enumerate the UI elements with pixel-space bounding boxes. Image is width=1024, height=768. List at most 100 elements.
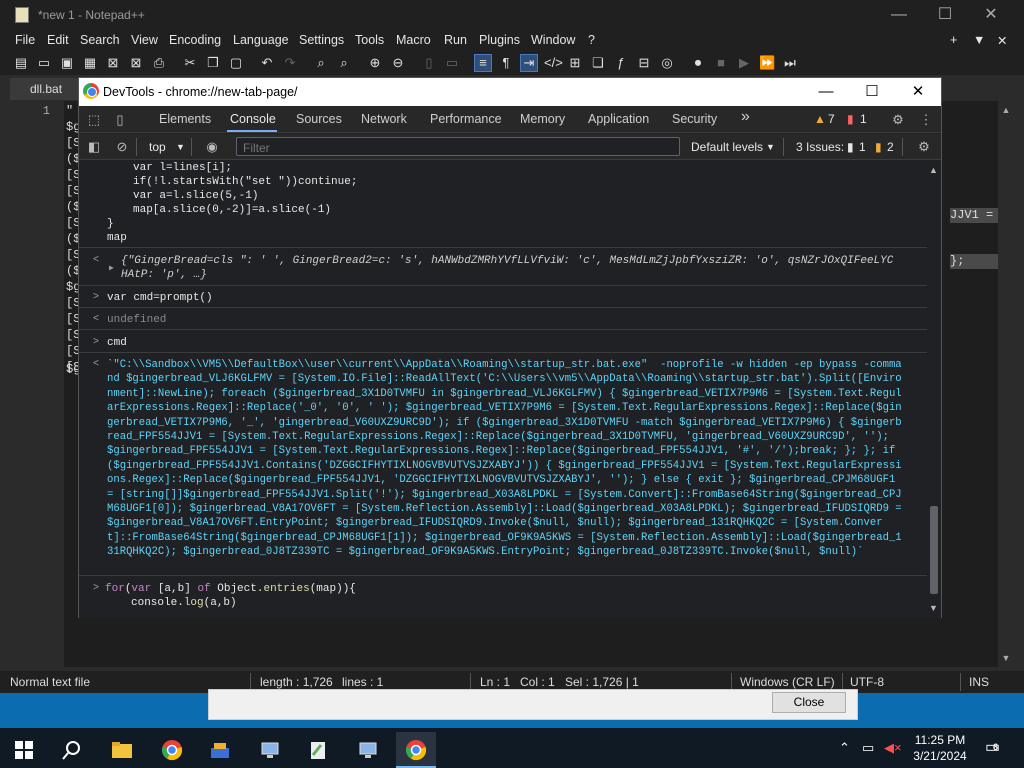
devtools-minimize-button[interactable]: — <box>803 78 849 106</box>
save-all-icon[interactable]: ▦ <box>82 55 98 71</box>
more-options-icon[interactable]: ⋮ <box>917 111 935 129</box>
chrome-active-taskbar-button[interactable] <box>396 732 436 768</box>
object-result-line[interactable]: {"GingerBread=cls ": ' ', GingerBread2=c… <box>121 254 893 268</box>
scroll-up-arrow-icon[interactable]: ▲ <box>998 105 1014 115</box>
new-tab-plus-icon[interactable]: + <box>950 33 957 47</box>
print-icon[interactable]: ⎙ <box>151 55 167 71</box>
tab-elements[interactable]: Elements <box>159 112 211 126</box>
volume-muted-icon[interactable]: ◀× <box>884 740 902 756</box>
cut-icon[interactable]: ✂ <box>182 55 198 71</box>
menu-window[interactable]: Window <box>531 33 575 47</box>
chrome-taskbar-button[interactable] <box>152 732 192 768</box>
menu-plugins[interactable]: Plugins <box>479 33 520 47</box>
tab-list-dropdown-icon[interactable]: ▼ <box>973 33 985 47</box>
copy-icon[interactable]: ❐ <box>205 55 221 71</box>
levels-dropdown-icon[interactable]: ▼ <box>766 142 775 152</box>
scroll-down-arrow-icon[interactable]: ▼ <box>998 653 1014 663</box>
sync-vertical-icon[interactable]: ▯ <box>421 55 437 71</box>
error-icon[interactable]: ▮ <box>847 112 854 126</box>
save-macro-icon[interactable]: ⏭ <box>782 55 798 71</box>
vm-taskbar-button[interactable] <box>250 732 290 768</box>
tab-network[interactable]: Network <box>361 112 407 126</box>
inspect-element-icon[interactable]: ⬚ <box>85 111 103 129</box>
document-map-icon[interactable]: ⊞ <box>567 55 583 71</box>
dialog-close-button[interactable]: Close <box>772 692 846 713</box>
tab-performance[interactable]: Performance <box>430 112 502 126</box>
record-macro-icon[interactable]: ⏺ <box>690 55 706 71</box>
tab-application[interactable]: Application <box>588 112 649 126</box>
tab-memory[interactable]: Memory <box>520 112 565 126</box>
menu-view[interactable]: View <box>131 33 158 47</box>
context-dropdown-icon[interactable]: ▼ <box>176 142 185 152</box>
play-macro-icon[interactable]: ▶ <box>736 55 752 71</box>
menu-macro[interactable]: Macro <box>396 33 431 47</box>
menu-tools[interactable]: Tools <box>355 33 384 47</box>
notepadpp-taskbar-button[interactable] <box>298 732 338 768</box>
new-file-icon[interactable]: ▤ <box>13 55 29 71</box>
npp-close-button[interactable]: ✕ <box>968 0 1014 30</box>
console-scrollbar[interactable]: ▲ ▼ <box>927 161 941 618</box>
menu-run[interactable]: Run <box>444 33 467 47</box>
redo-icon[interactable]: ↷ <box>282 55 298 71</box>
scroll-up-arrow-icon[interactable]: ▲ <box>929 165 938 175</box>
show-all-chars-icon[interactable]: ¶ <box>498 55 514 71</box>
warning-icon[interactable]: ▲ <box>814 112 826 126</box>
clear-console-icon[interactable]: ⊘ <box>113 138 131 156</box>
close-tab-icon[interactable]: ✕ <box>997 33 1007 48</box>
log-levels-dropdown[interactable]: Default levels <box>691 140 763 154</box>
more-tabs-icon[interactable]: » <box>741 108 750 126</box>
issue-error-icon[interactable]: ▮ <box>847 140 854 154</box>
menu-search[interactable]: Search <box>80 33 120 47</box>
zoom-out-icon[interactable]: ⊖ <box>390 55 406 71</box>
stop-macro-icon[interactable]: ■ <box>713 55 729 71</box>
issues-label[interactable]: 3 Issues: <box>796 140 844 154</box>
zoom-in-icon[interactable]: ⊕ <box>367 55 383 71</box>
search-button[interactable] <box>52 732 92 768</box>
menu-language[interactable]: Language <box>233 33 289 47</box>
device-toolbar-icon[interactable]: ▯ <box>111 111 129 129</box>
run-macro-multiple-icon[interactable]: ⏩ <box>759 55 775 71</box>
console-input-line[interactable]: console.log(a,b) <box>131 596 237 610</box>
console-input-line[interactable]: for(var [a,b] of Object.entries(map)){ <box>105 582 356 596</box>
npp-minimize-button[interactable]: — <box>876 0 922 30</box>
devtools-close-button[interactable]: ✕ <box>895 78 941 106</box>
devtools-maximize-button[interactable]: ☐ <box>849 78 895 106</box>
network-icon[interactable]: ▭ <box>862 740 874 756</box>
paste-icon[interactable]: ▢ <box>228 55 244 71</box>
tab-console[interactable]: Console <box>230 112 276 126</box>
settings-gear-icon[interactable]: ⚙ <box>889 111 907 129</box>
npp-vertical-scrollbar[interactable]: ▲ ▼ <box>998 101 1014 667</box>
app-taskbar-button[interactable] <box>200 732 240 768</box>
expand-object-icon[interactable]: ▶ <box>109 263 114 273</box>
file-explorer-button[interactable] <box>102 732 142 768</box>
save-icon[interactable]: ▣ <box>59 55 75 71</box>
menu-file[interactable]: File <box>15 33 35 47</box>
show-hidden-icons-icon[interactable]: ⌃ <box>839 740 850 756</box>
open-file-icon[interactable]: ▭ <box>36 55 52 71</box>
indent-guide-icon[interactable]: ⇥ <box>520 54 538 72</box>
menu-edit[interactable]: Edit <box>47 33 69 47</box>
replace-icon[interactable]: ⌕ <box>336 55 352 71</box>
npp-maximize-button[interactable]: ☐ <box>922 0 968 30</box>
start-button[interactable] <box>4 732 44 768</box>
menu-encoding[interactable]: Encoding <box>169 33 221 47</box>
sidebar-toggle-icon[interactable]: ◧ <box>85 138 103 156</box>
folder-workspace-icon[interactable]: ⊟ <box>636 55 652 71</box>
monitoring-icon[interactable]: ◎ <box>659 55 675 71</box>
tab-sources[interactable]: Sources <box>296 112 342 126</box>
close-all-icon[interactable]: ⊠ <box>128 55 144 71</box>
xml-tag-icon[interactable]: </> <box>544 55 563 71</box>
tab-security[interactable]: Security <box>672 112 717 126</box>
vm-taskbar-button-2[interactable] <box>348 732 388 768</box>
console-filter-input[interactable] <box>236 137 680 156</box>
menu-help[interactable]: ? <box>588 33 595 47</box>
cmd-string-result[interactable]: `"C:\\Sandbox\\VM5\\DefaultBox\\user\\cu… <box>107 358 903 560</box>
live-expression-eye-icon[interactable]: ◉ <box>203 138 221 156</box>
function-list-icon[interactable]: ƒ <box>613 55 629 71</box>
menu-settings[interactable]: Settings <box>299 33 344 47</box>
word-wrap-icon[interactable]: ≡ <box>474 54 492 72</box>
issue-warning-icon[interactable]: ▮ <box>875 140 882 154</box>
scrollbar-thumb[interactable] <box>930 506 938 594</box>
close-file-icon[interactable]: ⊠ <box>105 55 121 71</box>
system-clock[interactable]: 11:25 PM 3/21/2024 <box>908 732 972 764</box>
